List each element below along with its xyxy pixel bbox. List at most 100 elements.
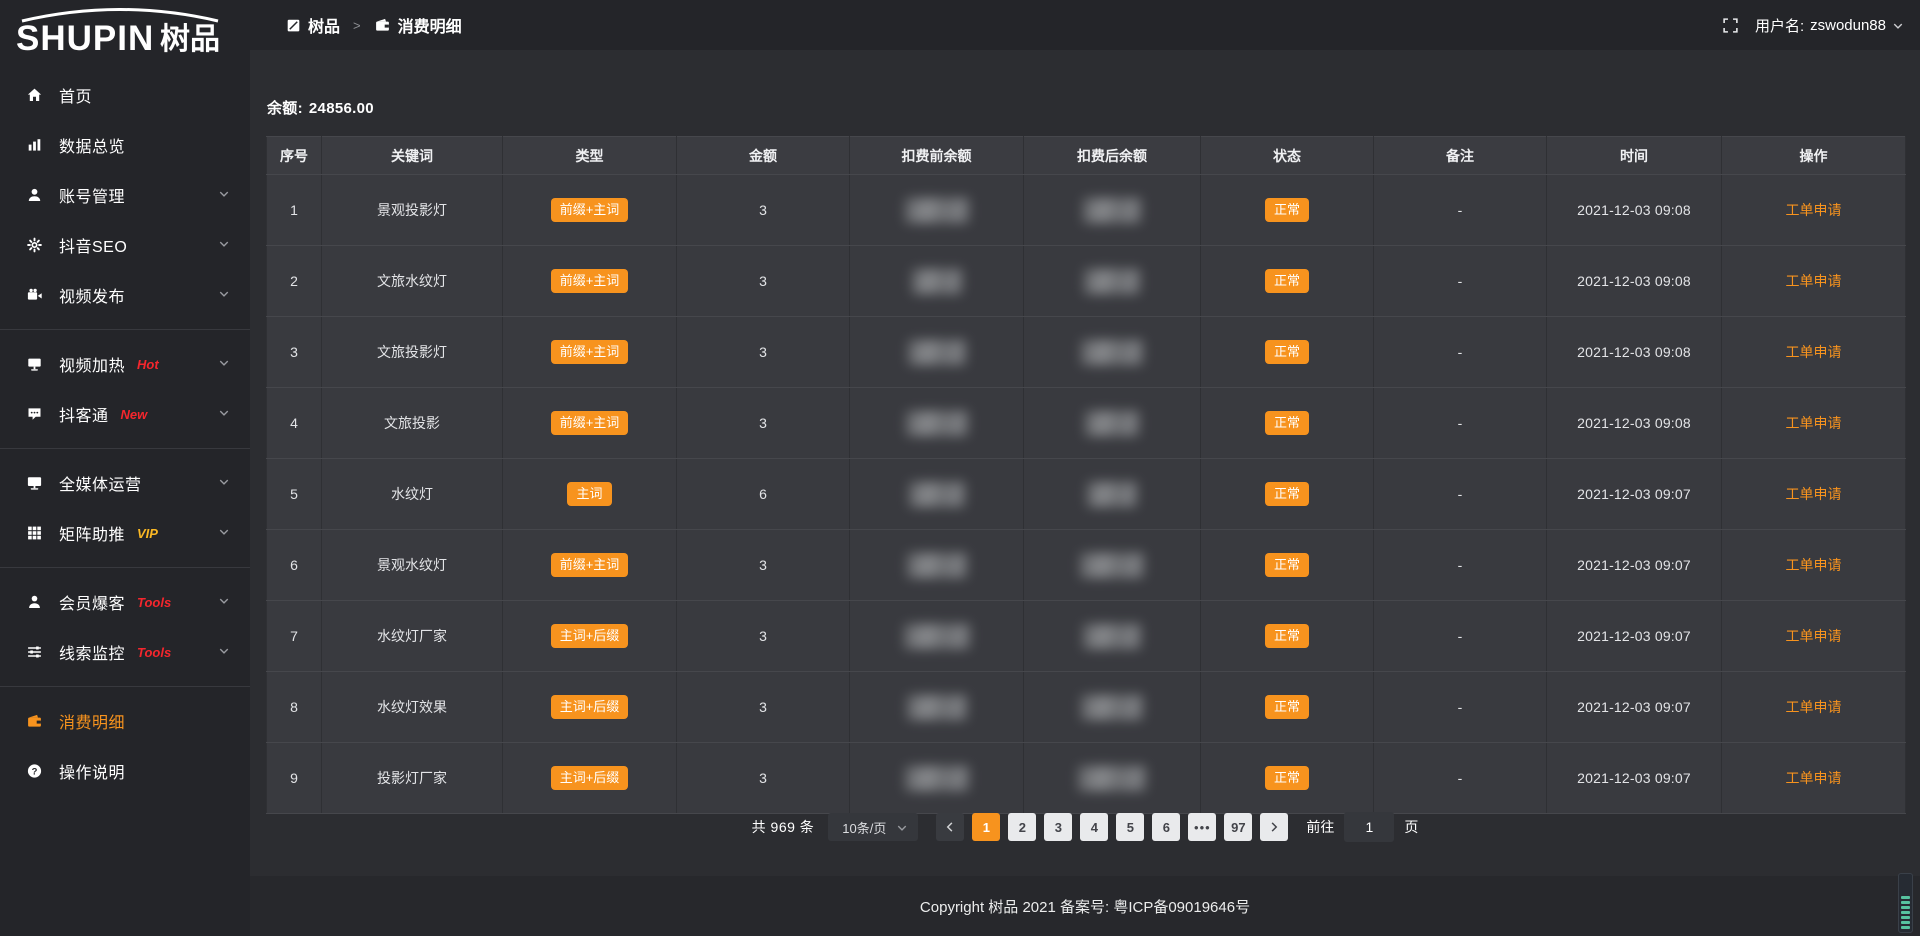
status-badge: 正常 [1265, 766, 1309, 791]
cell-balance-before-masked [850, 175, 1024, 246]
cell-status: 正常 [1201, 175, 1374, 246]
cell-index: 1 [267, 175, 322, 246]
chevron-down-icon [218, 595, 230, 607]
masked-value [1081, 340, 1143, 365]
cell-index: 9 [267, 743, 322, 814]
sidebar-item-会员爆客[interactable]: 会员爆客Tools [0, 577, 250, 627]
cell-balance-after-masked [1024, 601, 1201, 672]
cell-index: 6 [267, 530, 322, 601]
work-order-link[interactable]: 工单申请 [1786, 770, 1842, 786]
page-button-2[interactable]: 2 [1008, 813, 1036, 841]
table-row: 8水纹灯效果主词+后缀3正常-2021-12-03 09:07工单申请 [267, 672, 1906, 743]
cell-index: 5 [267, 459, 322, 530]
sidebar-item-抖客通[interactable]: 抖客通New [0, 389, 250, 439]
page-button-5[interactable]: 5 [1116, 813, 1144, 841]
cell-index: 4 [267, 388, 322, 459]
table-row: 9投影灯厂家主词+后缀3正常-2021-12-03 09:07工单申请 [267, 743, 1906, 814]
cell-keyword: 文旅水纹灯 [322, 246, 503, 317]
sidebar-item-label: 视频加热 [59, 352, 125, 376]
sidebar-item-视频发布[interactable]: 视频发布 [0, 270, 250, 320]
prev-page-button[interactable] [936, 813, 964, 841]
type-badge: 前缀+主词 [551, 269, 629, 294]
sidebar-item-消费明细[interactable]: 消费明细 [0, 696, 250, 746]
sidebar-item-视频加热[interactable]: 视频加热Hot [0, 339, 250, 389]
cell-remark: - [1374, 601, 1547, 672]
sidebar-divider [0, 329, 250, 330]
sidebar-item-label: 视频发布 [59, 283, 125, 307]
work-order-link[interactable]: 工单申请 [1786, 344, 1842, 360]
cell-balance-after-masked [1024, 246, 1201, 317]
work-order-link[interactable]: 工单申请 [1786, 699, 1842, 715]
page-button-1[interactable]: 1 [972, 813, 1000, 841]
cell-type: 前缀+主词 [503, 246, 677, 317]
work-order-link[interactable]: 工单申请 [1786, 273, 1842, 289]
page-button-3[interactable]: 3 [1044, 813, 1072, 841]
cell-action: 工单申请 [1722, 459, 1906, 530]
footer: Copyright 树品 2021 备案号: 粤ICP备09019646号 [250, 876, 1920, 936]
page-button-97[interactable]: 97 [1224, 813, 1252, 841]
cell-time: 2021-12-03 09:07 [1547, 459, 1722, 530]
breadcrumb-current[interactable]: 消费明细 [374, 13, 462, 37]
scroll-widget[interactable] [1898, 873, 1913, 933]
sidebar-item-账号管理[interactable]: 账号管理 [0, 170, 250, 220]
breadcrumb-home[interactable]: 树品 [286, 13, 340, 37]
chevron-down-icon [218, 645, 230, 657]
table-row: 4文旅投影前缀+主词3正常-2021-12-03 09:08工单申请 [267, 388, 1906, 459]
page-size-select[interactable]: 10条/页 [828, 813, 918, 841]
chevron-down-icon [1892, 20, 1904, 32]
user-icon [26, 187, 45, 204]
sidebar-item-数据总览[interactable]: 数据总览 [0, 120, 250, 170]
page-ellipsis-button[interactable]: ••• [1188, 813, 1216, 841]
sidebar-item-label: 全媒体运营 [59, 471, 142, 495]
fullscreen-icon[interactable] [1722, 17, 1739, 34]
cell-remark: - [1374, 672, 1547, 743]
sidebar-item-badge: Tools [137, 645, 171, 660]
cell-type: 前缀+主词 [503, 530, 677, 601]
column-header-备注: 备注 [1374, 137, 1547, 175]
sidebar-item-抖音SEO[interactable]: 抖音SEO [0, 220, 250, 270]
sidebar-item-全媒体运营[interactable]: 全媒体运营 [0, 458, 250, 508]
cell-keyword: 景观投影灯 [322, 175, 503, 246]
masked-value [1084, 269, 1140, 294]
work-order-link[interactable]: 工单申请 [1786, 557, 1842, 573]
next-page-button[interactable] [1260, 813, 1288, 841]
cell-time: 2021-12-03 09:08 [1547, 246, 1722, 317]
goto-page: 前往 页 [1306, 812, 1418, 842]
masked-value [1083, 624, 1141, 649]
wallet-icon [374, 17, 391, 33]
status-badge: 正常 [1265, 624, 1309, 649]
wallet-icon [26, 713, 45, 730]
goto-page-input[interactable] [1344, 812, 1394, 842]
sidebar-item-矩阵助推[interactable]: 矩阵助推VIP [0, 508, 250, 558]
sidebar-item-label: 首页 [59, 83, 92, 107]
sidebar-item-首页[interactable]: 首页 [0, 70, 250, 120]
work-order-link[interactable]: 工单申请 [1786, 415, 1842, 431]
cell-amount: 3 [677, 743, 850, 814]
type-badge: 主词 [567, 482, 611, 507]
page-buttons: 123456 ••• 97 [968, 813, 1256, 841]
user-dropdown[interactable]: 用户名: zswodun88 [1755, 15, 1904, 36]
sidebar-item-线索监控[interactable]: 线索监控Tools [0, 627, 250, 677]
chevron-left-icon [944, 821, 956, 833]
cell-action: 工单申请 [1722, 317, 1906, 388]
cell-balance-before-masked [850, 388, 1024, 459]
column-header-金额: 金额 [677, 137, 850, 175]
sidebar-item-操作说明[interactable]: ?操作说明 [0, 746, 250, 796]
cell-balance-before-masked [850, 317, 1024, 388]
sidebar-item-label: 矩阵助推 [59, 521, 125, 545]
sliders-icon [26, 644, 45, 661]
cell-time: 2021-12-03 09:07 [1547, 743, 1722, 814]
scroll-widget-bar [1901, 926, 1910, 929]
page-button-6[interactable]: 6 [1152, 813, 1180, 841]
work-order-link[interactable]: 工单申请 [1786, 486, 1842, 502]
cell-balance-before-masked [850, 459, 1024, 530]
work-order-link[interactable]: 工单申请 [1786, 628, 1842, 644]
cell-type: 主词 [503, 459, 677, 530]
work-order-link[interactable]: 工单申请 [1786, 202, 1842, 218]
cell-balance-before-masked [850, 246, 1024, 317]
page-button-4[interactable]: 4 [1080, 813, 1108, 841]
cell-balance-after-masked [1024, 175, 1201, 246]
balance-label: 余额: [267, 100, 303, 117]
sidebar-divider [0, 686, 250, 687]
cell-keyword: 文旅投影 [322, 388, 503, 459]
